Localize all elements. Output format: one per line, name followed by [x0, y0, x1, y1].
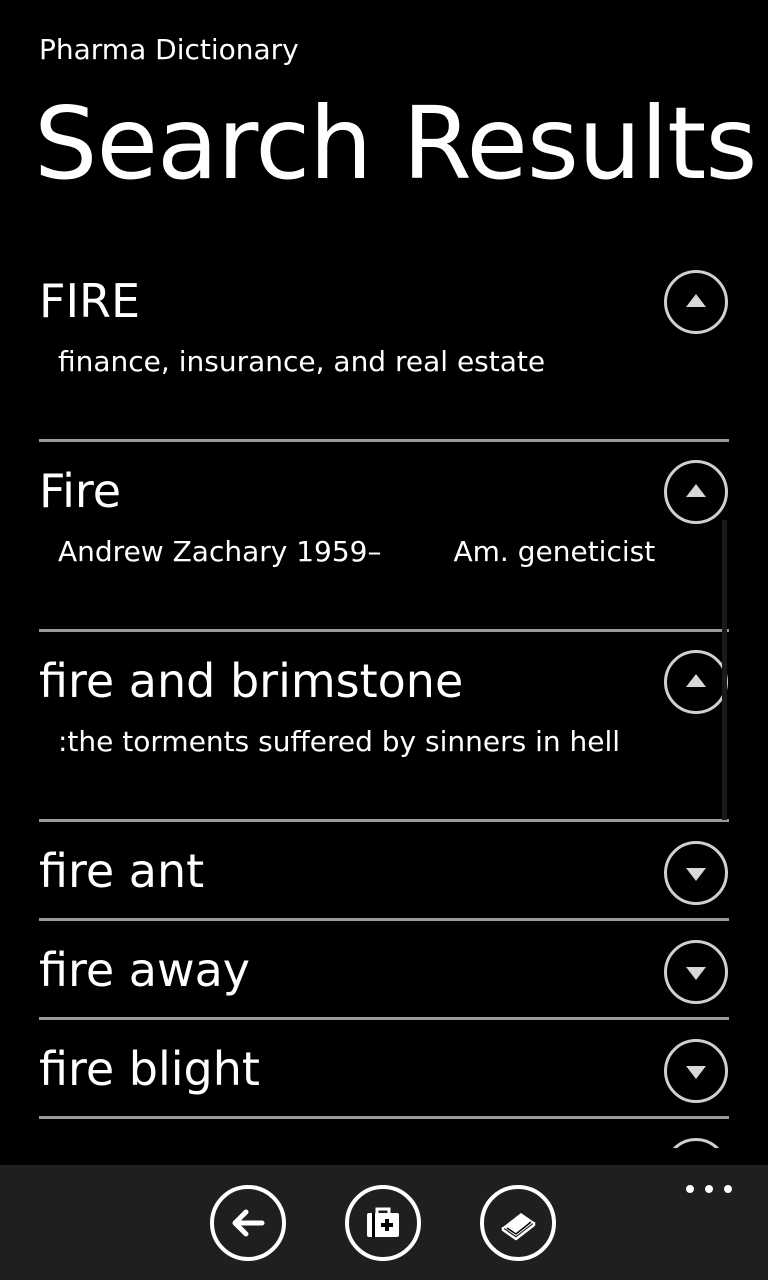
medical-kit-icon — [367, 1207, 399, 1237]
collapse-button[interactable] — [664, 650, 728, 714]
expand-button[interactable] — [664, 1039, 728, 1103]
list-item[interactable]: Fire Andrew Zachary 1959– Am. geneticist — [0, 442, 768, 632]
scrollbar[interactable] — [722, 520, 727, 820]
expand-button[interactable] — [664, 940, 728, 1004]
more-options-button[interactable] — [686, 1179, 732, 1199]
ellipsis-icon — [686, 1185, 694, 1193]
chevron-down-icon — [686, 1066, 706, 1079]
chevron-up-icon — [686, 484, 706, 497]
definition-text: finance, insurance, and real estate — [58, 345, 546, 378]
page-title: Search Results — [34, 85, 757, 202]
list-item[interactable]: fire away — [0, 921, 768, 1020]
ellipsis-icon — [705, 1185, 713, 1193]
list-item[interactable]: fire and brimstone :the torments suffere… — [0, 632, 768, 822]
list-item[interactable]: fire ant — [0, 822, 768, 921]
book-icon — [501, 1213, 536, 1241]
entry-term: fire ant — [39, 844, 205, 898]
back-icon — [232, 1209, 265, 1237]
entry-definition: finance, insurance, and real estate — [58, 344, 678, 380]
definition-text: Andrew Zachary 1959– — [58, 535, 382, 568]
medical-kit-button[interactable] — [345, 1185, 421, 1261]
app-title: Pharma Dictionary — [39, 33, 299, 66]
entry-definition: :the torments suffered by sinners in hel… — [58, 724, 678, 760]
chevron-down-icon — [686, 868, 706, 881]
collapse-button[interactable] — [664, 270, 728, 334]
expand-button[interactable] — [664, 841, 728, 905]
chevron-up-icon — [686, 674, 706, 687]
collapse-button[interactable] — [664, 460, 728, 524]
list-item[interactable]: fire blight — [0, 1020, 768, 1119]
list-item[interactable]: fire brigade — [0, 1119, 768, 1148]
entry-definition: Andrew Zachary 1959– Am. geneticist — [58, 534, 678, 570]
chevron-down-icon — [686, 967, 706, 980]
entry-term: FIRE — [39, 274, 141, 328]
expand-button[interactable] — [664, 1138, 728, 1148]
entry-term: fire blight — [39, 1042, 260, 1096]
entry-term: fire brigade — [39, 1139, 305, 1148]
results-list[interactable]: FIRE finance, insurance, and real estate… — [0, 252, 768, 1148]
back-button[interactable] — [210, 1185, 286, 1261]
dictionary-button[interactable] — [480, 1185, 556, 1261]
entry-term: fire away — [39, 943, 251, 997]
app-bar — [0, 1165, 768, 1280]
entry-term: Fire — [39, 464, 122, 518]
definition-text: :the torments suffered by sinners in hel… — [58, 725, 621, 758]
ellipsis-icon — [724, 1185, 732, 1193]
definition-text: Am. geneticist — [453, 535, 656, 568]
chevron-up-icon — [686, 294, 706, 307]
entry-term: fire and brimstone — [39, 654, 464, 708]
list-item[interactable]: FIRE finance, insurance, and real estate — [0, 252, 768, 442]
